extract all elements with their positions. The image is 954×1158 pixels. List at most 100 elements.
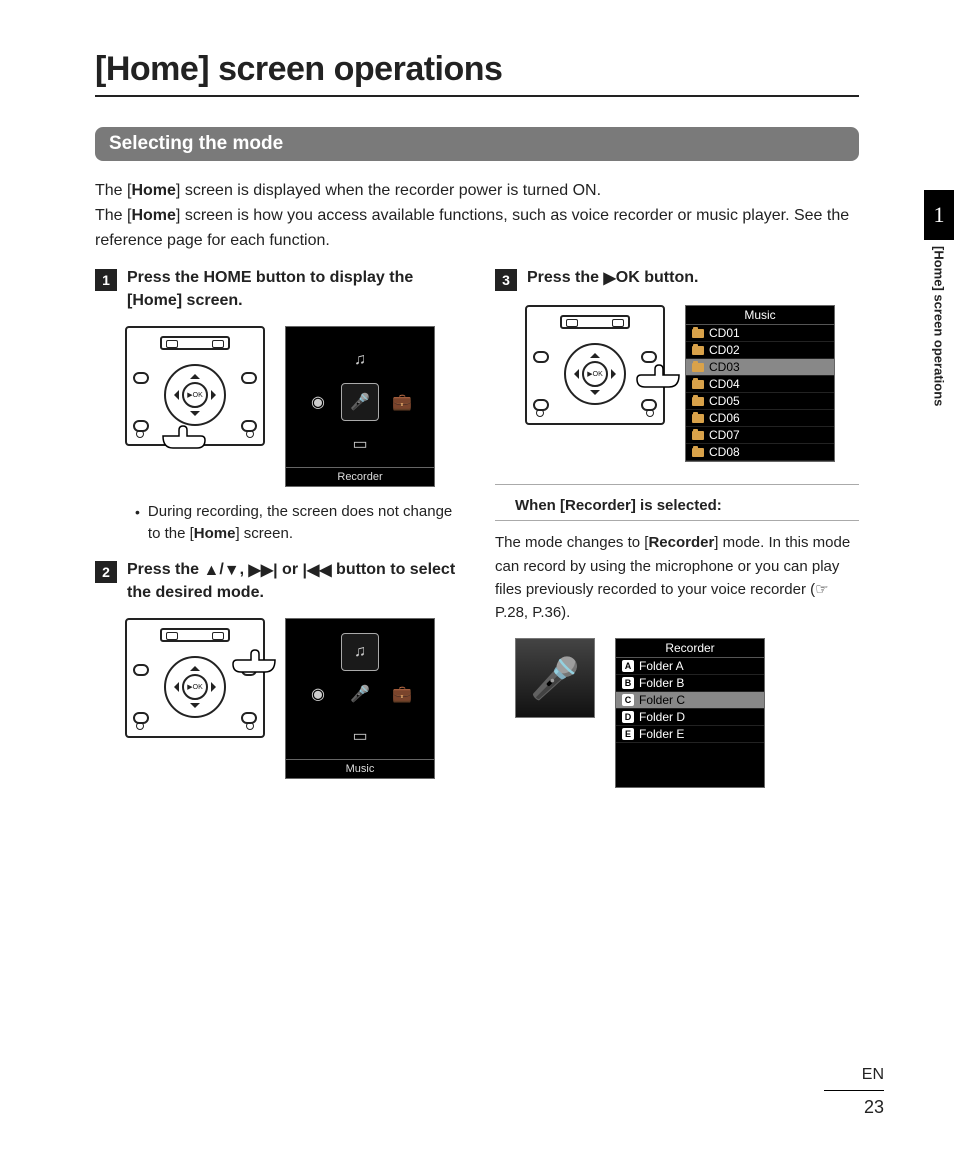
folder-icon [692,329,704,338]
list-item-label: CD08 [709,445,740,459]
title-bracket: [ [95,50,106,88]
up-triangle-icon: ▲ [203,560,219,582]
list-item: CD08 [686,444,834,461]
step-number: 3 [495,269,517,291]
step-2: 2 Press the ▲/▼, ▶▶| or |◀◀ button to se… [95,559,459,605]
list-item-label: Folder E [639,727,684,741]
list-item: A Folder A [616,658,764,675]
calendar-icon: ▭ [341,717,379,755]
bullet-dot-icon: • [135,502,140,545]
step-2-text: Press the ▲/▼, ▶▶| or |◀◀ button to sele… [127,559,459,605]
page-number: 23 [824,1097,884,1118]
step-3-images: ▶OK Music CD01 CD02 CD03 CD04 CD05 CD06 CD07 CD… [525,305,859,462]
device-illustration: ▶OK [125,326,265,446]
list-item: C Folder C [616,692,764,709]
pointing-hand-icon [231,646,277,676]
pointing-hand-icon [161,422,207,452]
section-heading: Selecting the mode [95,127,859,161]
calendar-icon: ▭ [341,425,379,463]
list-item-label: Folder A [639,659,684,673]
folder-badge-icon: C [622,694,634,706]
step-3-text: Press the ▶OK button. [527,267,698,291]
screen-mode-label: Recorder [286,467,434,486]
down-triangle-icon: ▼ [224,560,240,582]
list-title: Music [686,306,834,325]
title-home-word: Home [106,50,198,88]
microphone-icon: 🎤 [515,638,595,718]
mic-icon: 🎤 [341,383,379,421]
step-1-text: Press the HOME button to display the [Ho… [127,267,459,312]
music-icon: ♫ [341,633,379,671]
prev-track-icon: |◀◀ [303,560,332,582]
folder-icon [692,448,704,457]
podcast-icon: ◉ [299,383,337,421]
step-number: 1 [95,269,117,291]
list-item: CD01 [686,325,834,342]
list-item: CD04 [686,376,834,393]
podcast-icon: ◉ [299,675,337,713]
music-icon: ♫ [341,341,379,379]
list-item: D Folder D [616,709,764,726]
list-item: CD07 [686,427,834,444]
device-illustration: ▶OK [125,618,265,738]
home-screen-music: ♫ ◉🎤💼 ▭ Music [285,618,435,779]
list-item-label: Folder C [639,693,685,707]
list-item: CD05 [686,393,834,410]
list-item: CD02 [686,342,834,359]
title-rest: ] screen operations [198,50,502,88]
step-1: 1 Press the HOME button to display the [… [95,267,459,312]
folder-icon [692,414,704,423]
list-item-label: CD04 [709,377,740,391]
folder-icon [692,431,704,440]
language-code: EN [824,1066,884,1084]
list-item-label: CD05 [709,394,740,408]
folder-badge-icon: E [622,728,634,740]
list-item: B Folder B [616,675,764,692]
list-title: Recorder [616,639,764,658]
page-footer: EN 23 [824,1066,884,1118]
list-item: E Folder E [616,726,764,743]
folder-badge-icon: D [622,711,634,723]
folder-icon [692,397,704,406]
pointing-hand-icon [635,361,681,391]
home-screen-recorder: ♫ ◉🎤💼 ▭ Recorder [285,326,435,487]
folder-badge-icon: A [622,660,634,672]
recorder-images: 🎤 Recorder A Folder A B Folder B C Folder C DF… [515,638,859,788]
device-illustration: ▶OK [525,305,665,425]
list-item-label: Folder D [639,710,685,724]
recorder-folder-list: Recorder A Folder A B Folder B C Folder C D Fol… [615,638,765,788]
list-item-label: CD07 [709,428,740,442]
list-item-label: CD06 [709,411,740,425]
intro-text: The [Home] screen is displayed when the … [95,179,859,253]
folder-badge-icon: B [622,677,634,689]
folder-icon [692,380,704,389]
title-rule [95,95,859,97]
briefcase-icon: 💼 [383,675,421,713]
chapter-number: 1 [924,190,954,240]
left-column: 1 Press the HOME button to display the [… [95,267,459,802]
next-track-icon: ▶▶| [249,560,278,582]
recorder-paragraph: The mode changes to [Recorder] mode. In … [495,531,859,624]
list-item: CD03 [686,359,834,376]
step-1-note: • During recording, the screen does not … [135,501,459,545]
folder-icon [692,363,704,372]
list-item: CD06 [686,410,834,427]
divider [495,484,859,485]
list-item-label: CD01 [709,326,740,340]
page-title: [Home] screen operations [95,50,859,89]
right-column: 3 Press the ▶OK button. ▶OK Music CD01 CD… [495,267,859,802]
subsection-title: When [Recorder] is selected: [495,491,859,521]
briefcase-icon: 💼 [383,383,421,421]
list-item-label: Folder B [639,676,684,690]
list-item-label: CD02 [709,343,740,357]
folder-icon [692,346,704,355]
play-triangle-icon: ▶ [603,268,615,290]
mic-icon: 🎤 [341,675,379,713]
chapter-tab: 1 [Home] screen operations [924,190,954,490]
step-2-images: ▶OK ♫ ◉🎤💼 ▭ Music [125,618,459,779]
screen-mode-label: Music [286,759,434,778]
music-folder-list: Music CD01 CD02 CD03 CD04 CD05 CD06 CD07 CD08 [685,305,835,462]
chapter-label: [Home] screen operations [932,246,947,406]
step-number: 2 [95,561,117,583]
list-item-label: CD03 [709,360,740,374]
